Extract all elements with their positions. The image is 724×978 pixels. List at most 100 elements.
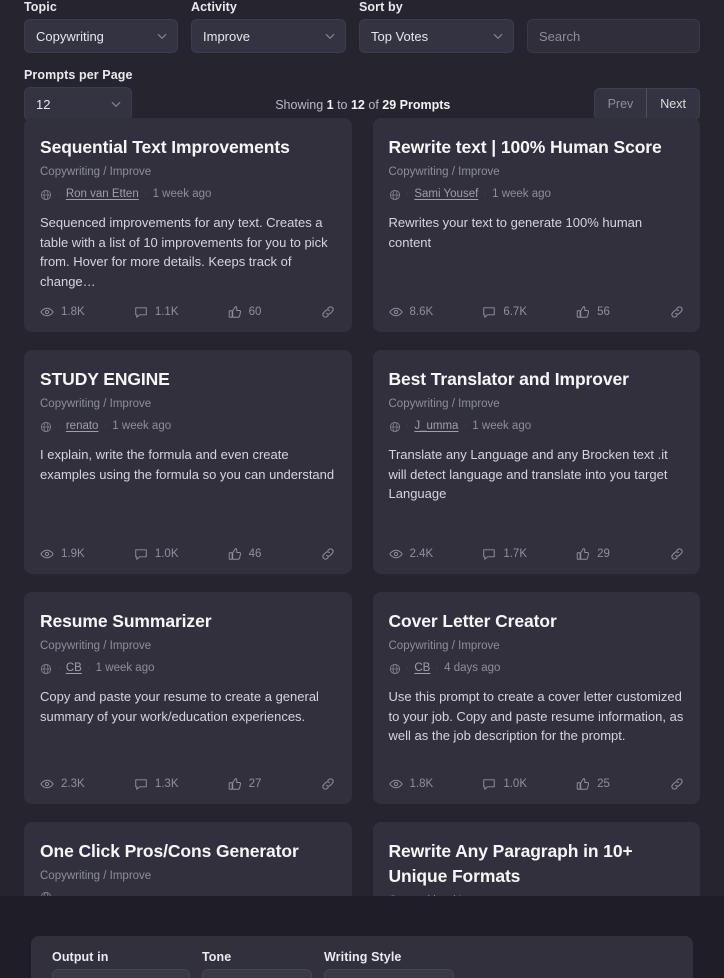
comments-stat: 1.3K	[134, 777, 228, 791]
next-page-button[interactable]: Next	[646, 88, 700, 120]
author-separator: ·	[57, 662, 61, 674]
prompt-cards-grid: Sequential Text Improvements Copywriting…	[0, 118, 724, 896]
author-separator: ·	[57, 420, 61, 432]
copy-link-button[interactable]	[670, 547, 684, 561]
prompt-card[interactable]: STUDY ENGINE Copywriting / Improve · ren…	[24, 350, 352, 574]
thumbs-up-icon	[228, 305, 242, 319]
prev-page-button[interactable]: Prev	[593, 88, 647, 120]
prompt-author[interactable]: Sami Yousef	[414, 187, 478, 202]
tone-label: Tone	[202, 950, 232, 964]
prompt-card[interactable]: Sequential Text Improvements Copywriting…	[24, 118, 352, 332]
prompt-author[interactable]: renato	[66, 419, 99, 434]
comments-stat: 1.7K	[482, 547, 576, 561]
output-in-select[interactable]: English	[52, 969, 190, 978]
prompt-title: Cover Letter Creator	[388, 611, 557, 631]
prompts-per-page-select-wrap[interactable]: 12	[24, 87, 132, 121]
pagination-row: Prompts per Page 12 Showing 1 to 12 of 2…	[0, 68, 724, 121]
prompt-card[interactable]: Best Translator and Improver Copywriting…	[372, 350, 700, 574]
topic-select-wrap[interactable]: Copywriting	[24, 19, 178, 53]
globe-icon	[389, 421, 401, 433]
votes-stat[interactable]: 60	[228, 305, 322, 319]
comments-stat: 6.7K	[482, 305, 576, 319]
prompt-card[interactable]: One Click Pros/Cons Generator Copywritin…	[24, 822, 352, 896]
activity-label: Activity	[191, 0, 237, 14]
prompt-author-row: · CB · 1 week ago	[40, 661, 336, 676]
prompt-author-row: · renato · 1 week ago	[40, 419, 336, 434]
filters-bar: Topic Copywriting Activity Improve Sort …	[0, 0, 724, 53]
copy-link-button[interactable]	[321, 547, 335, 561]
prompt-category: Copywriting / Improve	[40, 870, 152, 882]
writing-style-label: Writing Style	[324, 950, 402, 964]
votes-stat[interactable]: 46	[228, 547, 322, 561]
time-separator: ·	[463, 420, 468, 432]
writing-style-select-wrap[interactable]: Default	[324, 969, 454, 978]
output-in-field: Output in English	[52, 950, 190, 978]
eye-icon	[388, 777, 403, 791]
comments-stat: 1.0K	[482, 777, 576, 791]
copy-link-button[interactable]	[321, 305, 335, 319]
votes-stat[interactable]: 29	[576, 547, 670, 561]
tone-field: Tone Default	[202, 950, 312, 978]
activity-select-wrap[interactable]: Improve	[191, 19, 346, 53]
prompt-category: Copywriting / Improve	[40, 166, 152, 178]
tone-select-wrap[interactable]: Default	[202, 969, 312, 978]
votes-count: 25	[597, 778, 610, 790]
topic-label: Topic	[24, 0, 57, 14]
output-in-label: Output in	[52, 950, 109, 964]
prompt-description: Rewrites your text to generate 100% huma…	[388, 215, 643, 250]
votes-stat[interactable]: 25	[576, 777, 670, 791]
search-input[interactable]	[527, 19, 700, 53]
prompt-description: Sequenced improvements for any text. Cre…	[40, 215, 328, 289]
prompt-category: Copywriting / Improve	[388, 640, 500, 652]
prompt-title: One Click Pros/Cons Generator	[40, 841, 299, 861]
prompt-timestamp: 1 week ago	[95, 662, 155, 674]
prompt-author[interactable]: CB	[66, 661, 82, 676]
prompt-cards-viewport[interactable]: Sequential Text Improvements Copywriting…	[0, 118, 724, 896]
sort-by-select[interactable]: Top Votes	[359, 19, 514, 53]
views-stat: 1.8K	[40, 305, 134, 319]
prompt-category: Copywriting / Improve	[40, 640, 152, 652]
writing-style-select[interactable]: Default	[324, 969, 454, 978]
prompt-card[interactable]: Resume Summarizer Copywriting / Improve …	[24, 592, 352, 804]
sort-by-select-wrap[interactable]: Top Votes	[359, 19, 514, 53]
prompt-author-row: · Sami Yousef · 1 week ago	[389, 187, 685, 202]
showing-total: 29 Prompts	[382, 98, 451, 112]
prompt-title: Rewrite text | 100% Human Score	[388, 137, 662, 157]
prompts-per-page-filter: Prompts per Page 12	[24, 68, 132, 121]
copy-link-button[interactable]	[670, 305, 684, 319]
link-icon	[670, 777, 684, 791]
prompt-card[interactable]: Rewrite Any Paragraph in 10+ Unique Form…	[372, 822, 700, 896]
votes-stat[interactable]: 56	[576, 305, 670, 319]
tone-select[interactable]: Default	[202, 969, 312, 978]
views-stat: 1.9K	[40, 547, 134, 561]
eye-icon	[40, 777, 54, 791]
prompt-card[interactable]: Cover Letter Creator Copywriting / Impro…	[372, 592, 700, 804]
showing-from: 1	[326, 98, 334, 112]
author-separator: ·	[405, 420, 410, 432]
prompt-description: Use this prompt to create a cover letter…	[388, 689, 684, 743]
votes-stat[interactable]: 27	[228, 777, 322, 791]
time-separator: ·	[103, 420, 108, 432]
globe-icon	[389, 663, 401, 675]
prompt-author[interactable]: Ron van Etten	[66, 187, 139, 202]
sort-by-filter: Sort by Top Votes	[359, 0, 514, 53]
comments-count: 1.0K	[154, 548, 179, 560]
votes-count: 27	[248, 778, 262, 790]
prompt-description: I explain, write the formula and even cr…	[40, 447, 335, 482]
filter-row: Topic Copywriting Activity Improve Sort …	[24, 0, 700, 53]
comments-stat: 1.1K	[134, 305, 228, 319]
prompts-per-page-select[interactable]: 12	[24, 87, 132, 121]
comment-icon	[482, 547, 496, 561]
topic-select[interactable]: Copywriting	[24, 19, 178, 53]
prompt-author-row: · J_umma · 1 week ago	[389, 419, 685, 434]
prompt-title: Rewrite Any Paragraph in 10+ Unique Form…	[388, 841, 633, 886]
prompt-card[interactable]: Rewrite text | 100% Human Score Copywrit…	[372, 118, 700, 332]
comments-count: 1.3K	[154, 778, 179, 790]
prompt-author[interactable]: CB	[414, 661, 430, 676]
copy-link-button[interactable]	[321, 777, 335, 791]
output-in-select-wrap[interactable]: English	[52, 969, 190, 978]
copy-link-button[interactable]	[670, 777, 684, 791]
prompt-author[interactable]: J_umma	[414, 419, 458, 434]
prompt-stats: 2.4K 1.7K 29	[388, 547, 685, 561]
activity-select[interactable]: Improve	[191, 19, 346, 53]
